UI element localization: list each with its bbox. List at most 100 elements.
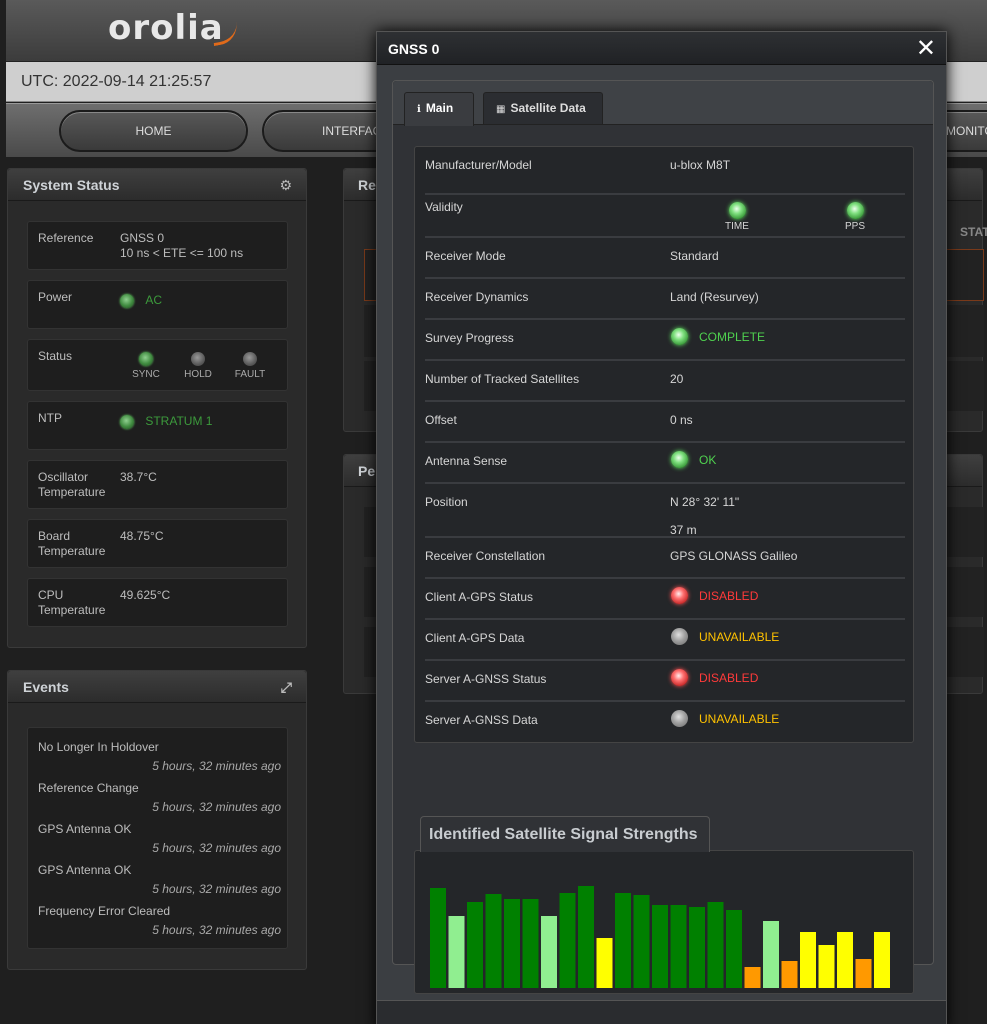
board-label-line2: Temperature <box>38 544 106 558</box>
position-label: Position <box>425 495 468 509</box>
row-survey-progress: Survey Progress COMPLETE <box>425 320 905 361</box>
client-agps-data-led-icon <box>671 628 688 645</box>
oscillator-temp-box: Oscillator Temperature 38.7°C <box>27 460 288 509</box>
signal-bar <box>485 894 502 988</box>
pps-indicator: PPS <box>835 202 875 232</box>
signal-bar <box>763 921 779 988</box>
gnss-details: Manufacturer/Model u-blox M8T Validity T… <box>414 146 914 743</box>
pps-led-icon <box>846 202 864 219</box>
signal-bar <box>707 902 724 988</box>
expand-icon[interactable]: ⤢ <box>281 671 292 703</box>
receiver-dynamics-value: Land (Resurvey) <box>670 290 759 304</box>
oscillator-label-line2: Temperature <box>38 485 106 499</box>
manufacturer-label: Manufacturer/Model <box>425 158 532 172</box>
gear-icon[interactable]: ⚙ <box>279 169 292 201</box>
ntp-status: STRATUM 1 <box>120 414 212 429</box>
reference-source: GNSS 0 <box>120 231 165 245</box>
reference-label: Reference <box>38 231 94 245</box>
row-server-agnss-status: Server A-GNSS Status DISABLED <box>425 661 905 702</box>
manufacturer-value: u-blox M8T <box>670 158 731 172</box>
ntp-led-icon <box>120 414 134 429</box>
events-header: Events ⤢ <box>8 671 306 703</box>
time-led-icon <box>728 202 746 219</box>
board-temp-value: 48.75°C <box>120 529 164 543</box>
event-time: 5 hours, 32 minutes ago <box>152 759 281 773</box>
signal-bar <box>800 932 816 988</box>
signal-bar <box>670 905 687 988</box>
sync-label: SYNC <box>132 369 160 380</box>
hold-indicator: HOLD <box>178 352 218 380</box>
server-agnss-status-label: Server A-GNSS Status <box>425 672 547 686</box>
constellation-value: GPS GLONASS Galileo <box>670 549 798 563</box>
list-item: Reference Change 5 hours, 32 minutes ago <box>38 781 281 814</box>
tab-main[interactable]: ℹ Main <box>404 92 474 126</box>
client-agps-data-label: Client A-GPS Data <box>425 631 525 645</box>
event-title: Reference Change <box>38 781 139 795</box>
oscillator-temp-value: 38.7°C <box>120 470 157 484</box>
signal-bar <box>541 916 557 988</box>
antenna-led-icon <box>671 451 688 468</box>
pps-label: PPS <box>844 221 865 232</box>
sync-indicator: SYNC <box>126 352 166 380</box>
board-label-line1: Board <box>38 529 71 543</box>
nav-home-button[interactable]: HOME <box>59 110 248 152</box>
signal-strength-chart <box>430 886 890 988</box>
utc-clock: UTC: 2022-09-14 21:25:57 <box>21 73 212 90</box>
client-agps-status-led-icon <box>671 587 688 604</box>
row-server-agnss-data: Server A-GNSS Data UNAVAILABLE <box>425 702 905 743</box>
server-agnss-data-led-icon <box>671 710 688 727</box>
survey-progress-status: COMPLETE <box>671 328 765 345</box>
constellation-label: Receiver Constellation <box>425 549 546 563</box>
logo-text: orolia <box>108 8 224 48</box>
status-label: Status <box>38 349 73 363</box>
signal-bar <box>596 938 613 988</box>
antenna-sense-status: OK <box>671 451 716 468</box>
signal-bar <box>467 902 483 988</box>
antenna-sense-label: Antenna Sense <box>425 454 508 468</box>
server-agnss-status-led-icon <box>671 669 688 686</box>
row-antenna-sense: Antenna Sense OK <box>425 443 905 484</box>
event-time: 5 hours, 32 minutes ago <box>152 882 281 896</box>
signal-strength-title: Identified Satellite Signal Strengths <box>420 816 710 852</box>
modal-body: ℹ Main ▦ Satellite Data Manufacturer/Model… <box>392 80 934 994</box>
row-manufacturer: Manufacturer/Model u-blox M8T <box>425 147 905 195</box>
oscillator-temp-label: Oscillator Temperature <box>38 470 118 500</box>
receiver-mode-label: Receiver Mode <box>425 249 506 263</box>
server-agnss-status-value: DISABLED <box>699 670 759 685</box>
row-client-agps-data: Client A-GPS Data UNAVAILABLE <box>425 620 905 661</box>
logo-swoosh-icon <box>210 19 240 47</box>
hold-label: HOLD <box>184 369 212 380</box>
reference-ete: 10 ns < ETE <= 100 ns <box>120 246 244 260</box>
fault-indicator: FAULT <box>230 352 270 380</box>
tab-satellite-label: Satellite Data <box>510 101 586 115</box>
reference-box: Reference GNSS 0 10 ns < ETE <= 100 ns <box>27 221 288 270</box>
time-indicator: TIME <box>717 202 757 232</box>
server-agnss-data-indicator: UNAVAILABLE <box>671 710 779 727</box>
event-title: No Longer In Holdover <box>38 740 159 754</box>
power-status: AC <box>120 293 162 308</box>
signal-bar <box>652 905 668 988</box>
events-panel: Events ⤢ No Longer In Holdover 5 hours, … <box>7 670 307 970</box>
modal-footer <box>377 1000 946 1024</box>
oscillator-label-line1: Oscillator <box>38 470 89 484</box>
tab-satellite-data[interactable]: ▦ Satellite Data <box>483 92 603 124</box>
performance-panel-title: Pe <box>358 463 376 479</box>
event-time: 5 hours, 32 minutes ago <box>152 841 281 855</box>
row-client-agps-status: Client A-GPS Status DISABLED <box>425 579 905 620</box>
system-status-panel: System Status ⚙ Reference GNSS 0 10 ns <… <box>7 168 307 648</box>
server-agnss-status-indicator: DISABLED <box>671 669 758 686</box>
list-item: No Longer In Holdover 5 hours, 32 minute… <box>38 740 281 773</box>
event-time: 5 hours, 32 minutes ago <box>152 800 281 814</box>
ntp-label: NTP <box>38 411 62 425</box>
ntp-value: STRATUM 1 <box>145 414 213 428</box>
close-icon[interactable]: ✕ <box>916 34 936 63</box>
signal-bar <box>855 959 872 988</box>
events-title: Events <box>23 679 69 695</box>
event-title: Frequency Error Cleared <box>38 904 171 918</box>
cpu-label-line1: CPU <box>38 588 64 602</box>
receiver-dynamics-label: Receiver Dynamics <box>425 290 529 304</box>
board-temp-box: Board Temperature 48.75°C <box>27 519 288 568</box>
signal-bar <box>781 961 798 988</box>
survey-progress-value: COMPLETE <box>699 329 766 344</box>
offset-label: Offset <box>425 413 457 427</box>
